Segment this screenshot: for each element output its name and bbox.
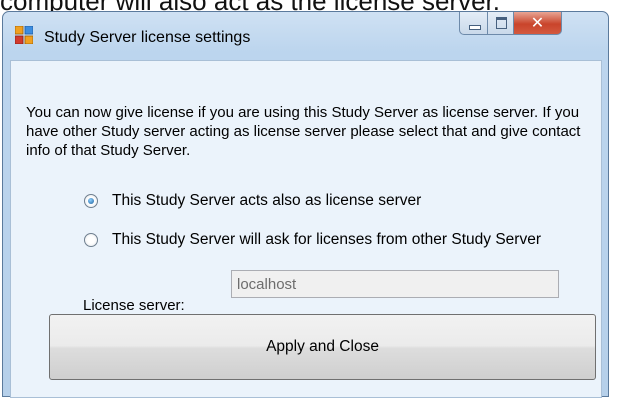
app-window-icon (15, 26, 33, 44)
minimize-button[interactable] (459, 12, 487, 35)
close-icon: ✕ (530, 13, 545, 32)
option-acts-as-license-server[interactable]: This Study Server acts also as license s… (84, 192, 421, 210)
close-button[interactable]: ✕ (514, 12, 562, 35)
minimize-icon (469, 25, 481, 30)
maximize-button[interactable] (487, 12, 514, 35)
title-bar[interactable]: Study Server license settings ✕ (3, 12, 608, 60)
radio-selected[interactable] (84, 194, 98, 208)
window-title: Study Server license settings (44, 29, 251, 46)
dialog-window: Study Server license settings ✕ You can … (2, 11, 609, 398)
caption-buttons: ✕ (459, 12, 562, 36)
option-label: This Study Server will ask for licenses … (112, 231, 541, 248)
option-label: This Study Server acts also as license s… (112, 192, 422, 209)
license-server-label: License server: (83, 297, 185, 314)
description-text: You can now give license if you are usin… (26, 104, 581, 159)
option-ask-other-server[interactable]: This Study Server will ask for licenses … (84, 231, 541, 249)
client-area: You can now give license if you are usin… (10, 60, 602, 398)
apply-and-close-button[interactable]: Apply and Close (49, 314, 596, 380)
radio-unselected[interactable] (84, 233, 98, 247)
license-server-input[interactable]: localhost (231, 270, 559, 298)
maximize-icon (496, 17, 507, 29)
